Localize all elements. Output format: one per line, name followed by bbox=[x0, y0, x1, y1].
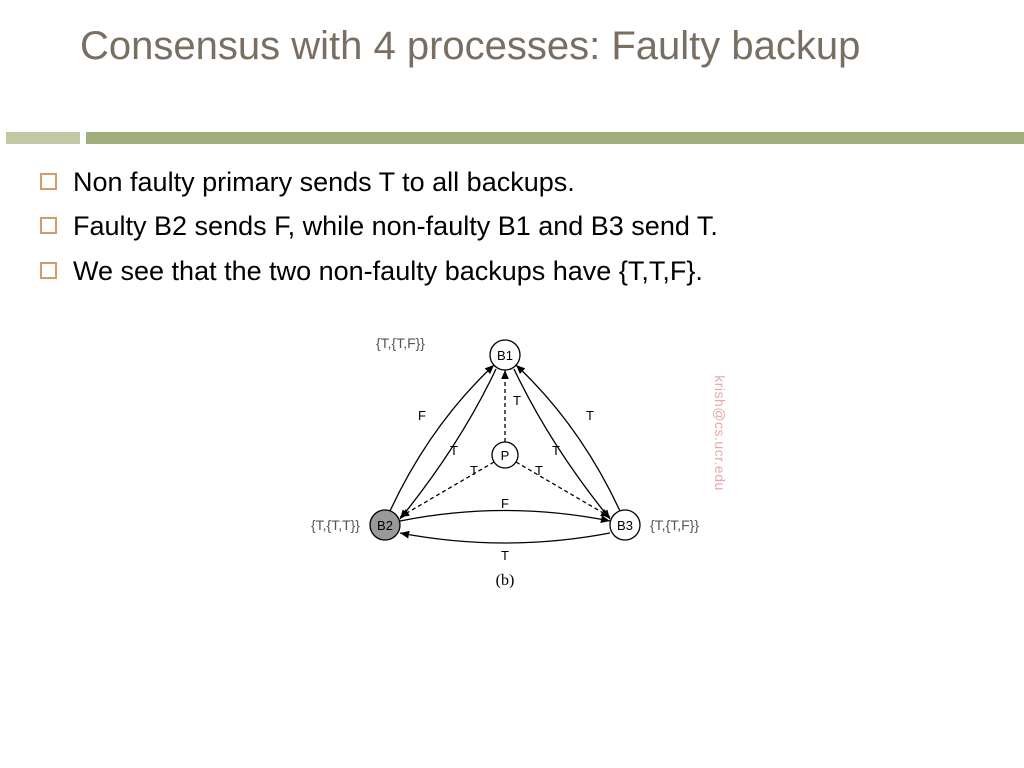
edge-p-b1: T bbox=[513, 393, 521, 408]
node-p-label: P bbox=[501, 448, 510, 463]
consensus-diagram: B1 B2 B3 P {T,{T,F}} {T,{T,T}} {T,{T,F}}… bbox=[290, 325, 720, 605]
edge-p-b3: T bbox=[535, 463, 543, 478]
state-b1: {T,{T,F}} bbox=[376, 335, 425, 351]
edge-b2-b1: F bbox=[418, 408, 426, 423]
state-b2: {T,{T,T}} bbox=[311, 517, 360, 533]
node-b2-label: B2 bbox=[377, 518, 393, 533]
list-item: Non faulty primary sends T to all backup… bbox=[40, 164, 984, 200]
list-item: We see that the two non-faulty backups h… bbox=[40, 253, 984, 289]
bullet-text: Faulty B2 sends F, while non-faulty B1 a… bbox=[73, 208, 718, 244]
diagram-svg: B1 B2 B3 P {T,{T,F}} {T,{T,T}} {T,{T,F}}… bbox=[290, 325, 720, 605]
edge-b1-b3: T bbox=[552, 443, 560, 458]
bullet-icon bbox=[40, 217, 57, 234]
bullet-text: We see that the two non-faulty backups h… bbox=[73, 253, 703, 289]
edge-b3-b2: T bbox=[501, 548, 509, 563]
watermark: krish@cs.ucr.edu bbox=[712, 375, 728, 491]
node-b1-label: B1 bbox=[497, 348, 513, 363]
edge-b3-b1: T bbox=[586, 408, 594, 423]
title-divider bbox=[0, 132, 1024, 144]
edge-p-b2: T bbox=[470, 463, 478, 478]
bullet-text: Non faulty primary sends T to all backup… bbox=[73, 164, 575, 200]
bullet-icon bbox=[40, 262, 57, 279]
node-b3-label: B3 bbox=[617, 518, 633, 533]
edge-b2-b3: F bbox=[501, 496, 509, 511]
list-item: Faulty B2 sends F, while non-faulty B1 a… bbox=[40, 208, 984, 244]
edge-b1-b2: T bbox=[450, 443, 458, 458]
content-area: Non faulty primary sends T to all backup… bbox=[40, 164, 984, 297]
state-b3: {T,{T,F}} bbox=[650, 517, 699, 533]
bullet-icon bbox=[40, 173, 57, 190]
diagram-caption: (b) bbox=[496, 572, 515, 589]
slide-title: Consensus with 4 processes: Faulty backu… bbox=[80, 22, 984, 70]
